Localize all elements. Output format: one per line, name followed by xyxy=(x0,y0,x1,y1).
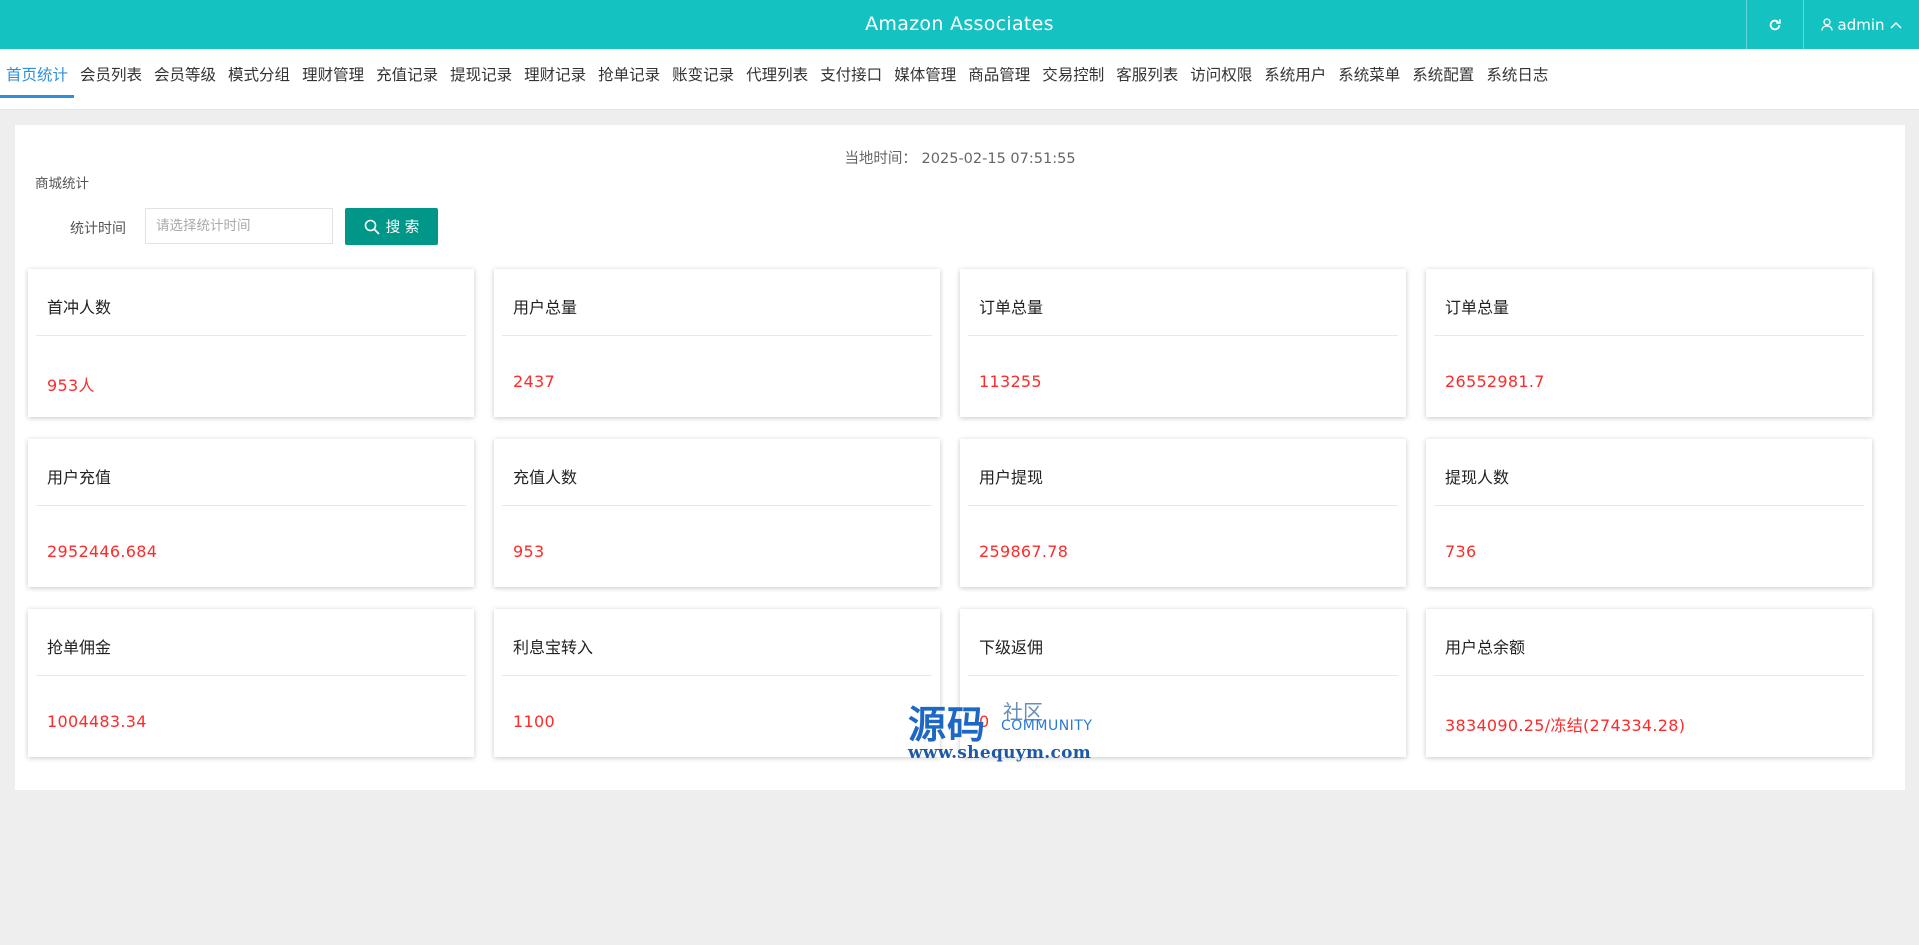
divider xyxy=(502,675,932,676)
stat-card-title: 抢单佣金 xyxy=(47,638,112,657)
stat-card-value: 2437 xyxy=(513,372,555,391)
user-icon xyxy=(1820,18,1833,31)
stat-card-total-orders: 订单总量 113255 xyxy=(960,269,1406,417)
stat-card-interest-transfer-in: 利息宝转入 1100 xyxy=(494,609,940,757)
stat-card-total-users: 用户总量 2437 xyxy=(494,269,940,417)
stat-card-title: 订单总量 xyxy=(979,298,1044,317)
stat-card-first-recharge-users: 首冲人数 953人 xyxy=(28,269,474,417)
tab-system-users[interactable]: 系统用户 xyxy=(1258,49,1332,97)
stat-card-value: 259867.78 xyxy=(979,542,1069,561)
stat-card-title: 首冲人数 xyxy=(47,298,112,317)
divider xyxy=(1434,675,1864,676)
divider xyxy=(968,335,1398,336)
refresh-button[interactable] xyxy=(1746,0,1804,49)
tab-mode-group[interactable]: 模式分组 xyxy=(222,49,296,97)
chevron-up-icon xyxy=(1889,21,1902,29)
stat-card-order-commission: 抢单佣金 1004483.34 xyxy=(28,609,474,757)
tab-finance-management[interactable]: 理财管理 xyxy=(296,49,370,97)
tab-withdraw-records[interactable]: 提现记录 xyxy=(444,49,518,97)
stat-card-title: 用户提现 xyxy=(979,468,1044,487)
tab-agent-list[interactable]: 代理列表 xyxy=(740,49,814,97)
tab-access-permissions[interactable]: 访问权限 xyxy=(1184,49,1258,97)
divider xyxy=(1434,335,1864,336)
local-time: 当地时间： 2025-02-15 07:51:55 xyxy=(15,147,1905,168)
app-title: Amazon Associates xyxy=(865,13,1054,35)
stat-card-withdraw-users: 提现人数 736 xyxy=(1426,439,1872,587)
stat-card-value: 0 xyxy=(979,712,990,731)
tab-system-logs[interactable]: 系统日志 xyxy=(1480,49,1554,97)
stat-card-value: 3834090.25/冻结(274334.28) xyxy=(1445,716,1686,735)
tab-system-menu[interactable]: 系统菜单 xyxy=(1332,49,1406,97)
tab-finance-records[interactable]: 理财记录 xyxy=(518,49,592,97)
stat-card-value: 953人 xyxy=(47,376,95,395)
stat-card-title: 充值人数 xyxy=(513,468,578,487)
stat-date-input[interactable] xyxy=(145,208,333,244)
stat-card-value: 953 xyxy=(513,542,545,561)
stat-card-title: 提现人数 xyxy=(1445,468,1510,487)
stat-card-user-recharge: 用户充值 2952446.684 xyxy=(28,439,474,587)
tab-system-config[interactable]: 系统配置 xyxy=(1406,49,1480,97)
tab-order-grab-records[interactable]: 抢单记录 xyxy=(592,49,666,97)
divider xyxy=(968,505,1398,506)
search-icon xyxy=(364,219,380,235)
stat-card-user-withdraw: 用户提现 259867.78 xyxy=(960,439,1406,587)
stat-card-subordinate-rebate: 下级返佣 0 xyxy=(960,609,1406,757)
tab-recharge-records[interactable]: 充值记录 xyxy=(370,49,444,97)
stat-card-total-balance: 用户总余额 3834090.25/冻结(274334.28) xyxy=(1426,609,1872,757)
local-time-label: 当地时间： xyxy=(844,151,917,167)
local-time-value: 2025-02-15 07:51:55 xyxy=(921,151,1076,167)
tab-customer-service-list[interactable]: 客服列表 xyxy=(1110,49,1184,97)
tab-trade-control[interactable]: 交易控制 xyxy=(1036,49,1110,97)
stat-card-title: 订单总量 xyxy=(1445,298,1510,317)
section-label: 商城统计 xyxy=(35,176,89,192)
main-nav-tabs: 首页统计 会员列表 会员等级 模式分组 理财管理 充值记录 提现记录 理财记录 … xyxy=(0,49,1919,110)
stat-card-title: 利息宝转入 xyxy=(513,638,594,657)
stat-card-value: 113255 xyxy=(979,372,1042,391)
divider xyxy=(36,505,466,506)
divider xyxy=(1434,505,1864,506)
username: admin xyxy=(1837,15,1885,34)
search-date-label: 统计时间 xyxy=(70,221,126,237)
search-button[interactable]: 搜 索 xyxy=(345,208,438,245)
stat-card-title: 用户总余额 xyxy=(1445,638,1526,657)
stat-card-value: 2952446.684 xyxy=(47,542,158,561)
tab-member-level[interactable]: 会员等级 xyxy=(148,49,222,97)
stat-card-value: 1100 xyxy=(513,712,555,731)
stat-card-value: 26552981.7 xyxy=(1445,372,1545,391)
divider xyxy=(36,675,466,676)
refresh-icon xyxy=(1769,18,1781,30)
tab-product-management[interactable]: 商品管理 xyxy=(962,49,1036,97)
stat-card-title: 用户总量 xyxy=(513,298,578,317)
tab-account-change-records[interactable]: 账变记录 xyxy=(666,49,740,97)
tab-home-stats[interactable]: 首页统计 xyxy=(0,49,75,98)
stat-card-value: 1004483.34 xyxy=(47,712,147,731)
stat-card-total-order-amount: 订单总量 26552981.7 xyxy=(1426,269,1872,417)
search-button-label: 搜 索 xyxy=(385,220,420,236)
stat-card-value: 736 xyxy=(1445,542,1477,561)
divider xyxy=(968,675,1398,676)
divider xyxy=(502,505,932,506)
tab-member-list[interactable]: 会员列表 xyxy=(74,49,148,97)
user-menu[interactable]: admin xyxy=(1803,0,1919,49)
stat-card-recharge-users: 充值人数 953 xyxy=(494,439,940,587)
tab-media-management[interactable]: 媒体管理 xyxy=(888,49,962,97)
divider xyxy=(36,335,466,336)
stats-panel: 当地时间： 2025-02-15 07:51:55 商城统计 统计时间 搜 索 … xyxy=(15,125,1905,790)
stat-card-title: 用户充值 xyxy=(47,468,112,487)
tab-payment-interface[interactable]: 支付接口 xyxy=(814,49,888,97)
top-header-bar: Amazon Associates admin xyxy=(0,0,1919,49)
divider xyxy=(502,335,932,336)
stat-card-title: 下级返佣 xyxy=(979,638,1044,657)
